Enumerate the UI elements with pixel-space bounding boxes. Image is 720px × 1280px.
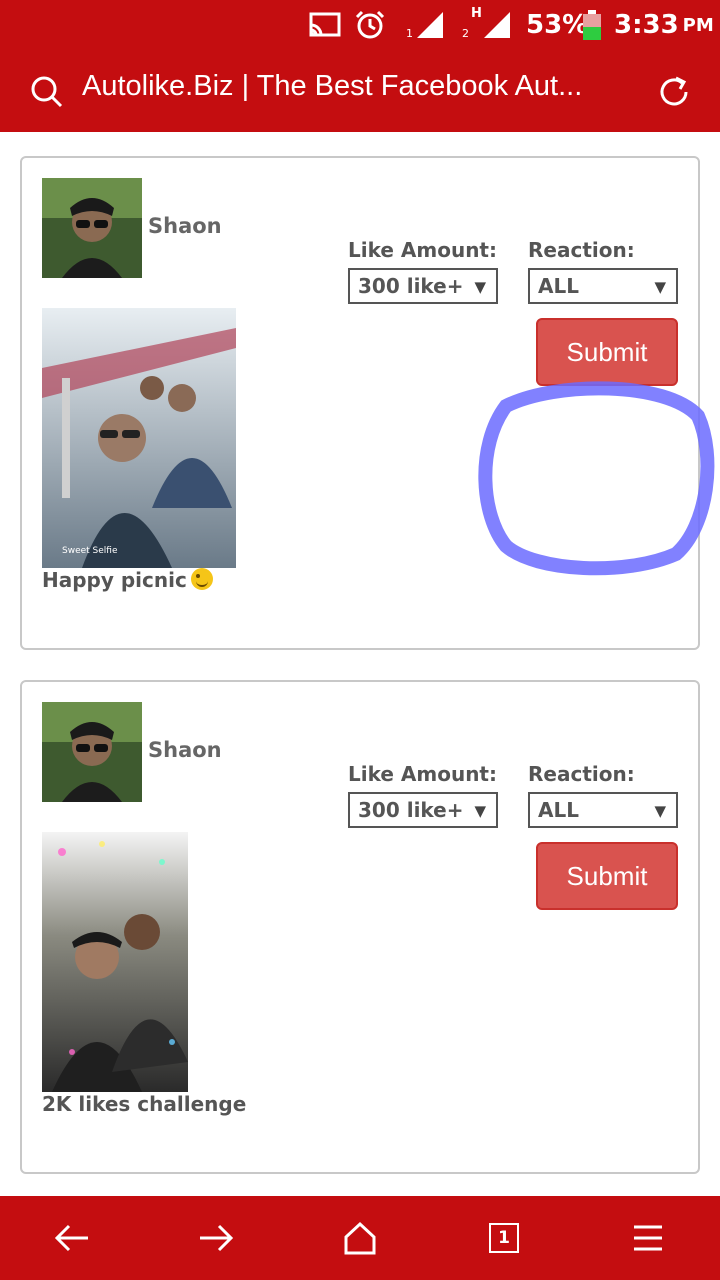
reaction-label: Reaction:: [528, 762, 635, 786]
status-bar: 1 2 H 53% 3:33 PM: [0, 0, 720, 50]
back-arrow-icon[interactable]: [12, 1196, 132, 1280]
battery-percent: 53%: [526, 10, 589, 40]
reload-icon[interactable]: [656, 74, 692, 110]
avatar: [42, 702, 142, 802]
battery-icon: [582, 0, 602, 50]
like-amount-label: Like Amount:: [348, 238, 497, 262]
reaction-select[interactable]: ALL ▼: [528, 792, 678, 828]
address-bar[interactable]: Autolike.Biz | The Best Facebook Aut...: [0, 50, 720, 132]
signal-sim1-icon: 1: [406, 0, 445, 50]
home-icon[interactable]: [300, 1196, 420, 1280]
bottom-navigation: 1: [0, 1196, 720, 1280]
dropdown-caret-icon: ▼: [474, 802, 486, 820]
menu-icon[interactable]: [588, 1196, 708, 1280]
reaction-select[interactable]: ALL ▼: [528, 268, 678, 304]
dropdown-caret-icon: ▼: [654, 278, 666, 296]
post-caption-text: Happy picnic: [42, 568, 187, 592]
tab-count: 1: [489, 1223, 519, 1253]
like-amount-select[interactable]: 300 like+ ▼: [348, 268, 498, 304]
alarm-icon: [354, 0, 386, 50]
clock-suffix: PM: [682, 14, 714, 36]
reaction-value: ALL: [538, 798, 579, 822]
wink-emoji-icon: [190, 568, 213, 590]
post-caption: 2K likes challenge: [42, 1092, 247, 1116]
avatar: [42, 178, 142, 278]
page-title[interactable]: Autolike.Biz | The Best Facebook Aut...: [82, 70, 628, 103]
like-amount-select[interactable]: 300 like+ ▼: [348, 792, 498, 828]
dropdown-caret-icon: ▼: [474, 278, 486, 296]
cast-icon: [308, 0, 342, 50]
like-amount-label: Like Amount:: [348, 762, 497, 786]
dropdown-caret-icon: ▼: [654, 802, 666, 820]
post-photo[interactable]: [42, 832, 188, 1092]
reaction-value: ALL: [538, 274, 579, 298]
tabs-button[interactable]: 1: [444, 1196, 564, 1280]
like-amount-value: 300 like+: [358, 274, 464, 298]
clock-time: 3:33: [614, 10, 679, 40]
post-card: Shaon Like Amount: Reaction: 300 like+ ▼…: [20, 680, 700, 1174]
post-card: Shaon Like Amount: Reaction: 300 like+ ▼…: [20, 156, 700, 650]
signal-sim2-icon: 2 H: [462, 0, 512, 50]
search-icon[interactable]: [30, 75, 64, 109]
clock: 3:33 PM: [614, 0, 714, 50]
like-amount-value: 300 like+: [358, 798, 464, 822]
post-caption: Happy picnic: [42, 568, 213, 592]
submit-button[interactable]: Submit: [536, 318, 678, 386]
author-name[interactable]: Shaon: [148, 214, 222, 238]
page-content: Shaon Like Amount: Reaction: 300 like+ ▼…: [0, 132, 720, 1196]
forward-arrow-icon[interactable]: [156, 1196, 276, 1280]
author-name[interactable]: Shaon: [148, 738, 222, 762]
submit-button[interactable]: Submit: [536, 842, 678, 910]
svg-text:Sweet Selfie: Sweet Selfie: [62, 546, 118, 556]
post-photo[interactable]: Sweet Selfie: [42, 308, 236, 568]
reaction-label: Reaction:: [528, 238, 635, 262]
